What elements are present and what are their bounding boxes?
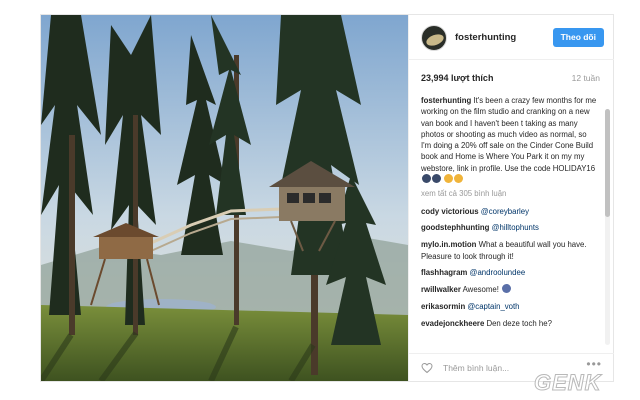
post-photo[interactable] — [41, 15, 408, 381]
comment-text: Den deze toch he? — [486, 318, 552, 328]
post-stats: 23,994 lượt thích 12 tuần — [409, 59, 614, 87]
avatar[interactable] — [421, 25, 447, 51]
comment-username[interactable]: flashhagram — [421, 268, 467, 277]
follow-button[interactable]: Theo dõi — [552, 28, 604, 47]
comment-username[interactable]: rwillwalker — [421, 285, 461, 294]
comment-row: mylo.in.motion What a beautiful wall you… — [421, 239, 598, 262]
comments-scrollbar[interactable] — [605, 109, 610, 345]
emoji-icon — [444, 174, 454, 184]
emoji-icon — [454, 174, 464, 184]
comment-mention[interactable]: @captain_voth — [467, 302, 519, 311]
emoji-icon — [422, 174, 431, 184]
comment-username[interactable]: mylo.in.motion — [421, 240, 476, 249]
comments-section[interactable]: fosterhunting It's been a crazy few mont… — [409, 95, 614, 353]
comment-row: erikasormin @captain_voth — [421, 301, 598, 312]
post-caption: fosterhunting It's been a crazy few mont… — [421, 95, 598, 185]
comment-mention[interactable]: @hilltophunts — [492, 223, 539, 232]
view-all-comments-link[interactable]: xem tất cả 305 bình luận — [421, 188, 598, 199]
comment-row: rwillwalker Awesome! — [421, 284, 598, 295]
comment-mention[interactable]: @androolundee — [470, 268, 526, 277]
caption-text: It's been a crazy few months for me work… — [421, 96, 597, 173]
scrollbar-thumb[interactable] — [605, 109, 610, 217]
post-header: fosterhunting Theo dõi — [409, 15, 614, 60]
comment-username[interactable]: goodstephhunting — [421, 223, 489, 232]
comment-text: Awesome! — [462, 285, 499, 295]
treehouse-photo — [41, 15, 408, 381]
comment-username[interactable]: cody victorious — [421, 207, 479, 216]
like-count[interactable]: 23,994 lượt thích — [421, 73, 493, 83]
emoji-icon — [432, 174, 441, 184]
comment-row: evadejonckheere Den deze toch he? — [421, 318, 598, 329]
heart-icon[interactable] — [421, 362, 433, 374]
post-time: 12 tuần — [571, 73, 600, 83]
comment-row: flashhagram @androolundee — [421, 267, 598, 278]
emoji-icon — [502, 284, 512, 294]
comment-username[interactable]: erikasormin — [421, 302, 465, 311]
post-sidebar: fosterhunting Theo dõi 23,994 lượt thích… — [408, 15, 614, 381]
instagram-post: fosterhunting Theo dõi 23,994 lượt thích… — [40, 14, 614, 382]
svg-text:GENK: GENK — [534, 370, 603, 395]
comment-mention[interactable]: @coreybarley — [481, 207, 529, 216]
comment-row: goodstephhunting @hilltophunts — [421, 222, 598, 233]
caption-username[interactable]: fosterhunting — [421, 96, 471, 105]
comment-row: cody victorious @coreybarley — [421, 206, 598, 217]
post-username[interactable]: fosterhunting — [455, 32, 516, 43]
genk-logo: GENK — [534, 370, 603, 396]
comment-username[interactable]: evadejonckheere — [421, 319, 484, 328]
